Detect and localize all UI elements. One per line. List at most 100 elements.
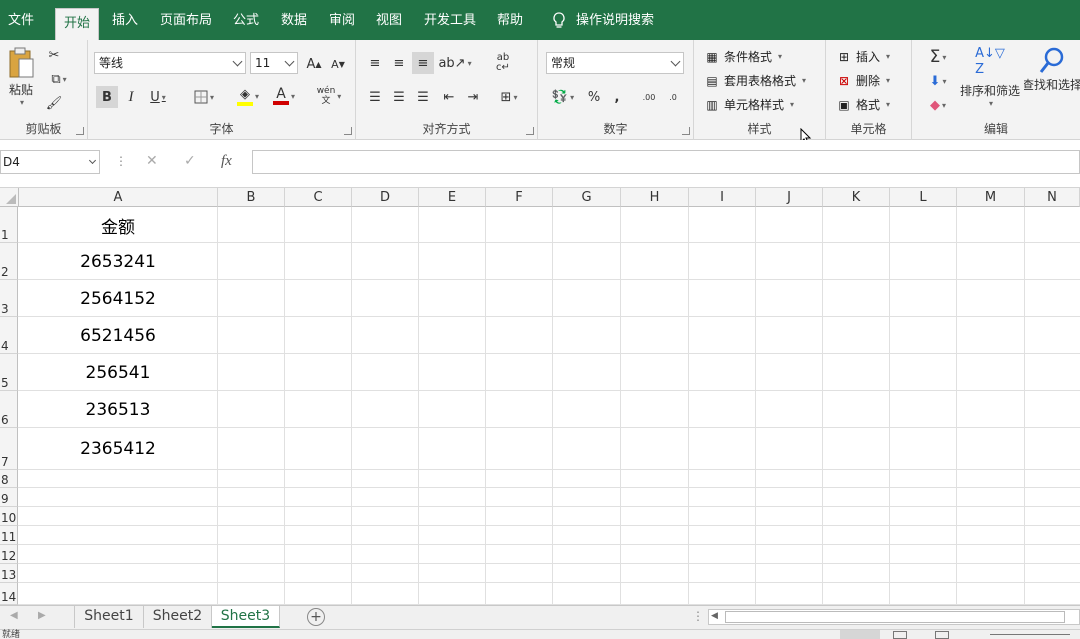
insert-function-button[interactable]: fx [221, 153, 232, 170]
decrease-indent-button[interactable]: ⇤ [438, 86, 460, 108]
row-header-9[interactable]: 9 [0, 488, 18, 507]
cancel-button[interactable]: ✕ [146, 153, 158, 169]
borders-button[interactable]: ▾ [188, 86, 220, 108]
row-header-10[interactable]: 10 [0, 507, 18, 526]
paste-button[interactable]: 粘贴 ▾ [4, 46, 38, 108]
align-center-button[interactable]: ☰ [388, 86, 410, 108]
increase-indent-button[interactable]: ⇥ [462, 86, 484, 108]
italic-button[interactable]: I [121, 86, 141, 108]
merge-center-button[interactable]: ⊞ ▾ [492, 86, 526, 108]
tab-page-layout[interactable]: 页面布局 [160, 0, 212, 40]
formula-input[interactable] [252, 150, 1080, 174]
enter-button[interactable]: ✓ [184, 153, 196, 169]
clear-button[interactable]: ◆ ▾ [920, 94, 956, 116]
column-header-d[interactable]: D [352, 188, 419, 207]
align-middle-button[interactable]: ≡ [388, 52, 410, 74]
phonetic-button[interactable]: wén 文 ▾ [312, 84, 346, 108]
tab-file[interactable]: 文件 [8, 0, 34, 40]
column-header-e[interactable]: E [419, 188, 486, 207]
dialog-launcher-icon[interactable] [344, 127, 352, 135]
tab-data[interactable]: 数据 [281, 0, 307, 40]
column-header-c[interactable]: C [285, 188, 352, 207]
column-header-l[interactable]: L [890, 188, 957, 207]
sheet-tab-2[interactable]: Sheet2 [144, 606, 212, 628]
number-format-select[interactable]: 常规 [546, 52, 684, 74]
sheet-tab-3[interactable]: Sheet3 [212, 606, 280, 628]
column-header-g[interactable]: G [553, 188, 621, 207]
fill-color-button[interactable]: ◈ ▾ [232, 84, 264, 108]
insert-cells-button[interactable]: ⊞ 插入 ▾ [836, 48, 890, 65]
row-header-13[interactable]: 13 [0, 564, 18, 583]
scroll-right-icon[interactable]: ▶ [38, 610, 46, 621]
font-name-select[interactable]: 等线 [94, 52, 246, 74]
comma-button[interactable]: , [608, 86, 626, 108]
zoom-slider[interactable] [990, 634, 1070, 635]
fill-button[interactable]: ⬇ ▾ [920, 70, 956, 92]
row-header-11[interactable]: 11 [0, 526, 18, 545]
percent-button[interactable]: % [584, 86, 604, 108]
wrap-text-button[interactable]: ab c↵ [490, 50, 516, 76]
select-all-corner[interactable] [0, 188, 19, 207]
bold-button[interactable]: B [96, 86, 118, 108]
tab-insert[interactable]: 插入 [112, 0, 138, 40]
find-select-button[interactable]: 查找和选择 [1024, 46, 1080, 112]
row-header-5[interactable]: 5 [0, 354, 18, 391]
dialog-launcher-icon[interactable] [526, 127, 534, 135]
tell-me-search[interactable]: 操作说明搜索 [576, 0, 654, 40]
cell-a4[interactable]: 6521456 [19, 317, 217, 354]
row-header-1[interactable]: 1 [0, 207, 18, 243]
row-header-2[interactable]: 2 [0, 243, 18, 280]
row-header-3[interactable]: 3 [0, 280, 18, 317]
row-header-6[interactable]: 6 [0, 391, 18, 428]
align-bottom-button[interactable]: ≡ [412, 52, 434, 74]
scrollbar-thumb[interactable] [725, 611, 1065, 623]
decrease-decimal-button[interactable]: .0 [662, 86, 684, 108]
copy-button[interactable]: ⧉ ▾ [44, 70, 74, 88]
accounting-format-button[interactable]: 💱 ▾ [546, 86, 580, 108]
row-header-14[interactable]: 14 [0, 583, 18, 605]
cell-a7[interactable]: 2365412 [19, 428, 217, 470]
row-header-8[interactable]: 8 [0, 470, 18, 488]
horizontal-scrollbar[interactable]: ◀ [708, 609, 1080, 625]
dialog-launcher-icon[interactable] [76, 127, 84, 135]
cell-a1-header[interactable]: 金额 [19, 207, 217, 243]
cell-a3[interactable]: 2564152 [19, 280, 217, 317]
row-header-4[interactable]: 4 [0, 317, 18, 354]
name-box[interactable]: D4 [0, 150, 100, 174]
align-left-button[interactable]: ☰ [364, 86, 386, 108]
column-header-h[interactable]: H [621, 188, 689, 207]
column-header-k[interactable]: K [823, 188, 890, 207]
add-sheet-button[interactable]: + [307, 608, 325, 626]
increase-decimal-button[interactable]: .00 [638, 86, 660, 108]
column-header-f[interactable]: F [486, 188, 553, 207]
format-cells-button[interactable]: ▣ 格式 ▾ [836, 96, 890, 113]
cell-a5[interactable]: 256541 [19, 354, 217, 391]
scroll-left-arrow-icon[interactable]: ◀ [711, 611, 718, 621]
scroll-left-icon[interactable]: ◀ [10, 610, 18, 621]
tab-help[interactable]: 帮助 [497, 0, 523, 40]
column-header-j[interactable]: J [756, 188, 823, 207]
cell-styles-button[interactable]: ▥ 单元格样式 ▾ [704, 96, 794, 113]
cut-button[interactable]: ✂ [44, 46, 64, 64]
row-header-12[interactable]: 12 [0, 545, 18, 564]
tab-view[interactable]: 视图 [376, 0, 402, 40]
tab-home[interactable]: 开始 [55, 8, 100, 40]
format-as-table-button[interactable]: ▤ 套用表格格式 ▾ [704, 72, 806, 89]
normal-view-button[interactable] [840, 630, 880, 639]
page-layout-view-button[interactable] [893, 631, 907, 639]
column-header-a[interactable]: A [19, 188, 218, 207]
column-header-m[interactable]: M [957, 188, 1025, 207]
align-right-button[interactable]: ☰ [412, 86, 434, 108]
shrink-font-button[interactable]: A ▼ [328, 54, 348, 74]
column-header-n[interactable]: N [1025, 188, 1080, 207]
autosum-button[interactable]: Σ ▾ [920, 46, 956, 68]
tab-developer[interactable]: 开发工具 [424, 0, 476, 40]
grow-font-button[interactable]: A ▲ [304, 54, 324, 74]
sort-filter-button[interactable]: A↓▽ Z 排序和筛选 ▾ [958, 46, 1022, 112]
align-top-button[interactable]: ≡ [364, 52, 386, 74]
orientation-button[interactable]: ab↗ ▾ [438, 52, 471, 74]
column-header-i[interactable]: I [689, 188, 756, 207]
row-header-7[interactable]: 7 [0, 428, 18, 470]
dialog-launcher-icon[interactable] [682, 127, 690, 135]
page-break-view-button[interactable] [935, 631, 949, 639]
